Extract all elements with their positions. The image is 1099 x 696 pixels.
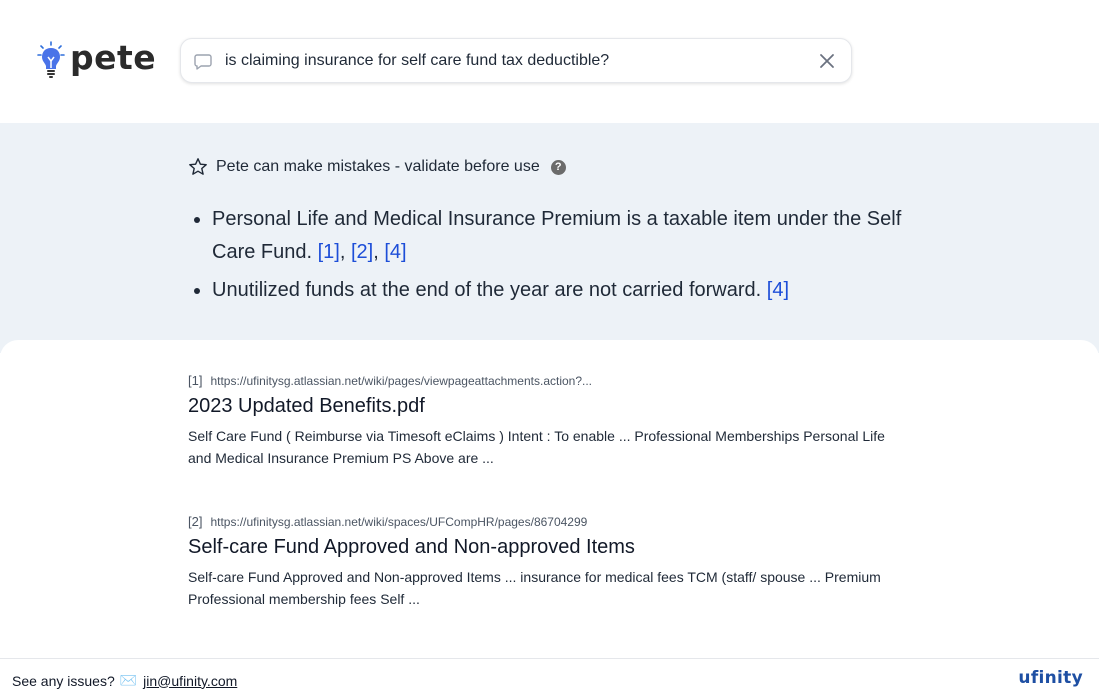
- footer: See any issues? ✉️ jin@ufinity.com ufini…: [0, 658, 1099, 696]
- close-icon[interactable]: [818, 52, 836, 70]
- answer-bullet: Unutilized funds at the end of the year …: [194, 274, 902, 307]
- result-item: [1] https://ufinitysg.atlassian.net/wiki…: [188, 373, 888, 469]
- citation-link[interactable]: [2]: [351, 241, 373, 263]
- answer-bullets: Personal Life and Medical Insurance Prem…: [194, 203, 902, 312]
- result-number: [1]: [188, 373, 203, 388]
- answer-bullet-text: Unutilized funds at the end of the year …: [212, 279, 762, 301]
- result-url[interactable]: https://ufinitysg.atlassian.net/wiki/spa…: [210, 515, 587, 529]
- email-link[interactable]: jin@ufinity.com: [143, 673, 237, 689]
- search-input[interactable]: [225, 39, 805, 82]
- help-icon[interactable]: ?: [550, 159, 566, 175]
- pete-logo[interactable]: pete: [36, 38, 156, 82]
- footer-text: See any issues?: [12, 672, 115, 689]
- citation-link[interactable]: [1]: [318, 241, 340, 263]
- search-box[interactable]: [180, 38, 852, 83]
- result-title-link[interactable]: Self-care Fund Approved and Non-approved…: [188, 536, 888, 559]
- star-icon[interactable]: [188, 157, 208, 177]
- citation-link[interactable]: [4]: [384, 241, 406, 263]
- result-snippet: Self-care Fund Approved and Non-approved…: [188, 569, 881, 607]
- answer-bullet-text: Personal Life and Medical Insurance Prem…: [212, 208, 902, 263]
- mail-icon: ✉️: [119, 672, 138, 688]
- disclaimer-text: Pete can make mistakes - validate before…: [216, 158, 540, 175]
- app-name: pete: [70, 37, 157, 77]
- result-snippet: Self Care Fund ( Reimburse via Timesoft …: [188, 428, 885, 466]
- chat-bubble-icon: [194, 54, 212, 70]
- result-title-link[interactable]: 2023 Updated Benefits.pdf: [188, 395, 888, 418]
- brand-logo: ufinity: [1018, 668, 1083, 688]
- result-number: [2]: [188, 514, 203, 529]
- result-url[interactable]: https://ufinitysg.atlassian.net/wiki/pag…: [210, 374, 592, 388]
- header: pete: [0, 0, 1099, 123]
- footer-feedback: See any issues? ✉️ jin@ufinity.com: [12, 672, 237, 689]
- disclaimer: Pete can make mistakes - validate before…: [188, 157, 566, 177]
- answer-bullet: Personal Life and Medical Insurance Prem…: [194, 203, 902, 269]
- lightbulb-logo-icon: [37, 41, 65, 78]
- result-item: [2] https://ufinitysg.atlassian.net/wiki…: [188, 514, 888, 610]
- citation-link[interactable]: [4]: [767, 279, 789, 301]
